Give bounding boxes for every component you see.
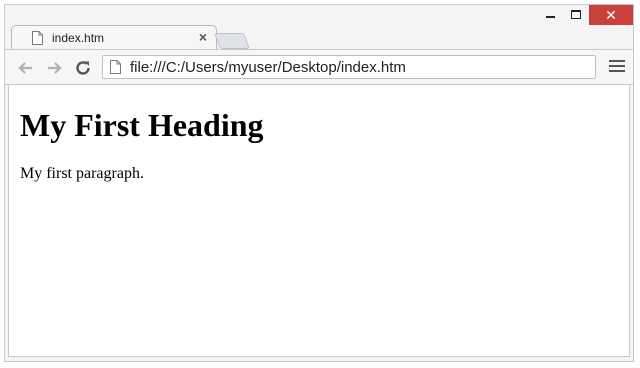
- browser-window: ✕ index.htm × file:///C:/Users/myuser/De…: [4, 4, 634, 362]
- tab-close-icon[interactable]: ×: [199, 29, 207, 45]
- page-viewport: My First Heading My first paragraph.: [8, 85, 630, 357]
- forward-button[interactable]: [45, 58, 65, 78]
- back-button[interactable]: [15, 58, 35, 78]
- maximize-icon: [571, 9, 581, 19]
- reload-icon: [76, 61, 90, 75]
- page-paragraph: My first paragraph.: [20, 165, 144, 182]
- minimize-icon: [545, 16, 555, 18]
- menu-button[interactable]: [609, 60, 625, 74]
- tab-title: index.htm: [52, 31, 105, 45]
- toolbar: file:///C:/Users/myuser/Desktop/index.ht…: [5, 49, 633, 85]
- new-tab-button[interactable]: [214, 33, 250, 49]
- arrow-right-icon: [48, 62, 62, 74]
- page-icon: [110, 60, 121, 74]
- reload-button[interactable]: [73, 58, 93, 78]
- tab-index[interactable]: index.htm ×: [11, 25, 217, 51]
- tab-strip: index.htm ×: [5, 19, 633, 51]
- page-icon: [32, 31, 43, 45]
- url-text: file:///C:/Users/myuser/Desktop/index.ht…: [130, 59, 406, 76]
- page-heading: My First Heading: [20, 107, 264, 143]
- address-bar[interactable]: file:///C:/Users/myuser/Desktop/index.ht…: [102, 55, 596, 79]
- arrow-left-icon: [18, 62, 32, 74]
